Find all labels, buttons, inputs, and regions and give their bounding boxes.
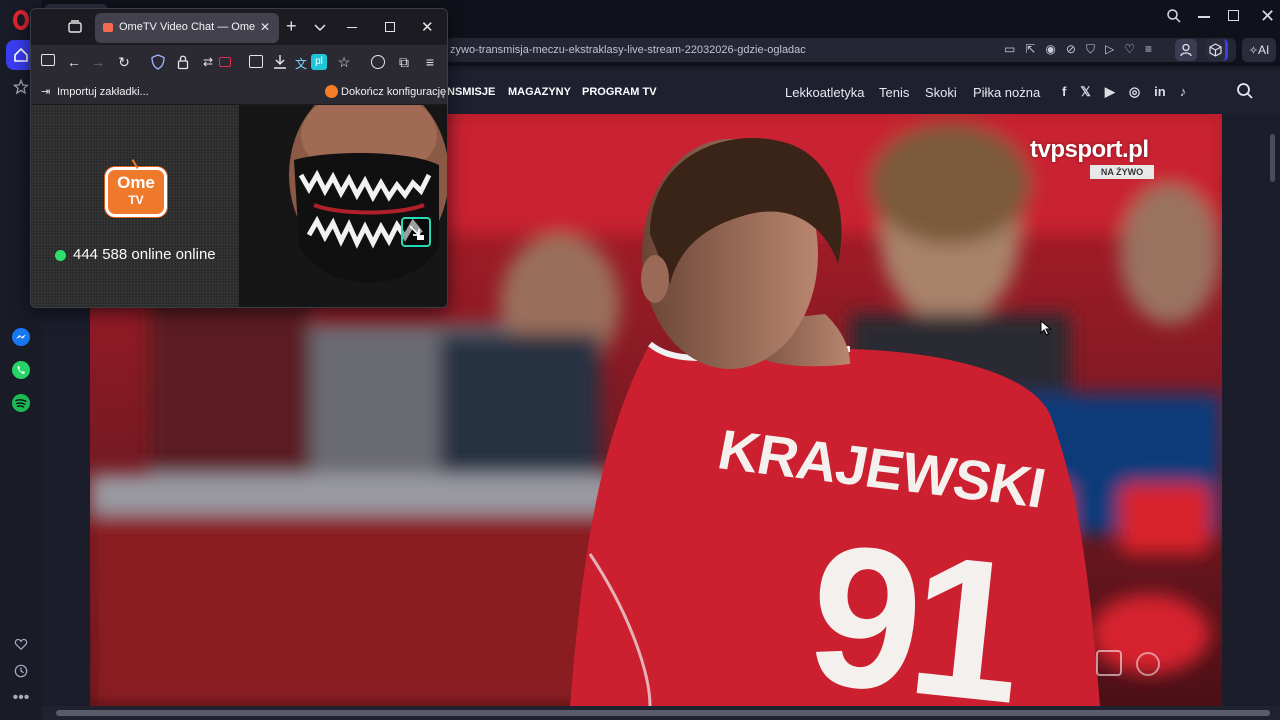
translate-icon[interactable]: 文 — [295, 55, 307, 72]
linkedin-icon[interactable]: in — [1154, 84, 1166, 100]
reload-icon[interactable]: ↻ — [115, 54, 133, 70]
aria-ai-button[interactable]: ✧AI — [1242, 38, 1276, 62]
popup-bookmarks-bar: ⇥ Importuj zakładki... Dokończ konfigura… — [31, 79, 447, 105]
opera-logo-icon[interactable] — [13, 10, 29, 30]
tvp-watermark: tvpsport.pl — [1030, 136, 1149, 163]
player-icon[interactable]: ▷ — [1105, 42, 1114, 57]
page-margin-right — [1222, 114, 1280, 706]
social-icons: f 𝕏 ▶ ◎ in ♪ — [1062, 84, 1186, 100]
instagram-icon[interactable]: ◎ — [1129, 84, 1140, 100]
popup-maximize-icon[interactable] — [385, 22, 395, 32]
tiktok-icon[interactable]: ♪ — [1180, 84, 1187, 100]
lock-icon[interactable] — [177, 54, 189, 75]
back-arrow-icon[interactable]: ← — [65, 54, 83, 70]
nav-transmisje[interactable]: NSMISJE — [447, 86, 495, 98]
nav-pilka-nozna[interactable]: Piłka nożna — [973, 85, 1040, 100]
nav-tenis[interactable]: Tenis — [879, 85, 909, 100]
import-icon: ⇥ — [41, 86, 51, 98]
cube-extension-icon[interactable] — [1206, 39, 1228, 61]
popup-tab-title: OmeTV Video Chat — Omegle A — [119, 21, 255, 33]
whatsapp-icon[interactable] — [6, 355, 36, 385]
pip-icon[interactable] — [249, 55, 263, 68]
mouse-cursor-icon — [1040, 319, 1052, 341]
snapshot-icon[interactable]: ◉ — [1045, 42, 1055, 57]
import-bookmarks-link[interactable]: Importuj zakładki... — [57, 86, 149, 98]
online-status-dot — [55, 250, 66, 261]
jersey-number: 91 — [798, 502, 1024, 706]
heart-icon[interactable] — [6, 629, 36, 659]
translate-language-badge[interactable]: pl — [311, 54, 327, 70]
tab-close-icon[interactable]: ✕ — [260, 20, 270, 34]
ekstraklasa-logo-icon — [1136, 652, 1160, 676]
tracking-shield-icon[interactable] — [151, 54, 165, 75]
horizontal-scrollbar-thumb[interactable] — [56, 710, 1270, 716]
tab-list-chevron-down-icon[interactable] — [314, 20, 326, 38]
camera-active-icon[interactable] — [219, 57, 231, 67]
online-count: 444 588 online online — [73, 246, 216, 263]
ometv-self-camera-pane — [239, 105, 447, 307]
download-icon[interactable] — [273, 54, 287, 75]
menu-hamburger-icon[interactable]: ≡ — [421, 54, 439, 70]
expand-view-icon[interactable] — [401, 217, 431, 247]
ometv-stranger-pane: Ome TV 444 588 online online — [31, 105, 239, 307]
bookmark-heart-icon[interactable]: ♡ — [1124, 42, 1135, 57]
live-badge: NA ŻYWO — [1090, 165, 1154, 179]
ometv-popup-window[interactable]: OmeTV Video Chat — Omegle A ✕ + ✕ ← → ↻ … — [30, 8, 448, 308]
bookmark-star-icon[interactable]: ☆ — [335, 54, 353, 70]
popup-minimize-icon[interactable] — [347, 27, 357, 29]
site-search-icon[interactable] — [1236, 82, 1254, 105]
ometv-favicon-icon — [103, 23, 113, 32]
adblock-icon[interactable]: ⊘ — [1066, 42, 1076, 57]
permissions-icon[interactable]: ⇄ — [199, 54, 217, 70]
vpn-shield-icon[interactable]: ⛉ — [1086, 42, 1095, 57]
ometv-logo-top: Ome — [117, 173, 155, 192]
aria-ai-label: AI — [1257, 43, 1270, 57]
more-dots-icon[interactable]: ••• — [6, 683, 36, 713]
nav-magazyny[interactable]: MAGAZYNY — [508, 86, 571, 98]
youtube-icon[interactable]: ▶ — [1105, 84, 1115, 100]
popup-toolbar: ← → ↻ ⇄ 文 pl ☆ ⧉ ≡ — [31, 45, 447, 79]
x-twitter-icon[interactable]: 𝕏 — [1080, 84, 1090, 100]
popup-close-icon[interactable]: ✕ — [421, 18, 434, 36]
history-clock-icon[interactable] — [6, 656, 36, 686]
ometv-logo-bottom: TV — [128, 193, 144, 207]
close-window-icon[interactable]: ✕ — [1260, 6, 1275, 26]
forward-arrow-icon[interactable]: → — [89, 54, 107, 70]
spotify-icon[interactable] — [6, 388, 36, 418]
tab-overview-icon[interactable] — [67, 19, 83, 40]
broadcaster-logo-icon — [1096, 650, 1122, 676]
profile-icon[interactable] — [1175, 39, 1197, 61]
minimize-icon[interactable] — [1198, 16, 1210, 18]
extensions-puzzle-icon[interactable]: ⧉ — [395, 54, 413, 70]
nav-program-tv[interactable]: PROGRAM TV — [582, 86, 657, 98]
sidebar-toggle-icon[interactable] — [41, 54, 55, 66]
finish-setup-link[interactable]: Dokończ konfigurację — [341, 86, 446, 98]
account-icon[interactable] — [371, 55, 385, 69]
reader-icon[interactable]: ▭ — [1004, 42, 1015, 57]
facebook-icon[interactable]: f — [1062, 84, 1066, 100]
restore-icon[interactable] — [1228, 10, 1239, 21]
popup-active-tab[interactable]: OmeTV Video Chat — Omegle A ✕ — [95, 13, 279, 43]
nav-skoki[interactable]: Skoki — [925, 85, 957, 100]
vertical-scrollbar-thumb[interactable] — [1270, 134, 1275, 182]
webcam-feed — [239, 105, 447, 307]
address-bar-actions: ▭ ⇱ ◉ ⊘ ⛉ ▷ ♡ ≡ — [1004, 42, 1152, 57]
firefox-logo-icon — [325, 85, 338, 98]
ometv-logo: Ome TV — [105, 167, 167, 217]
nav-lekkoatletyka[interactable]: Lekkoatletyka — [785, 85, 865, 100]
easy-setup-icon[interactable]: ≡ — [1145, 42, 1152, 57]
search-tabs-icon[interactable] — [1166, 8, 1182, 29]
messenger-icon[interactable] — [6, 322, 36, 352]
share-icon[interactable]: ⇱ — [1025, 42, 1035, 57]
new-tab-icon[interactable]: + — [286, 17, 297, 35]
popup-title-bar: OmeTV Video Chat — Omegle A ✕ + ✕ — [31, 9, 447, 45]
